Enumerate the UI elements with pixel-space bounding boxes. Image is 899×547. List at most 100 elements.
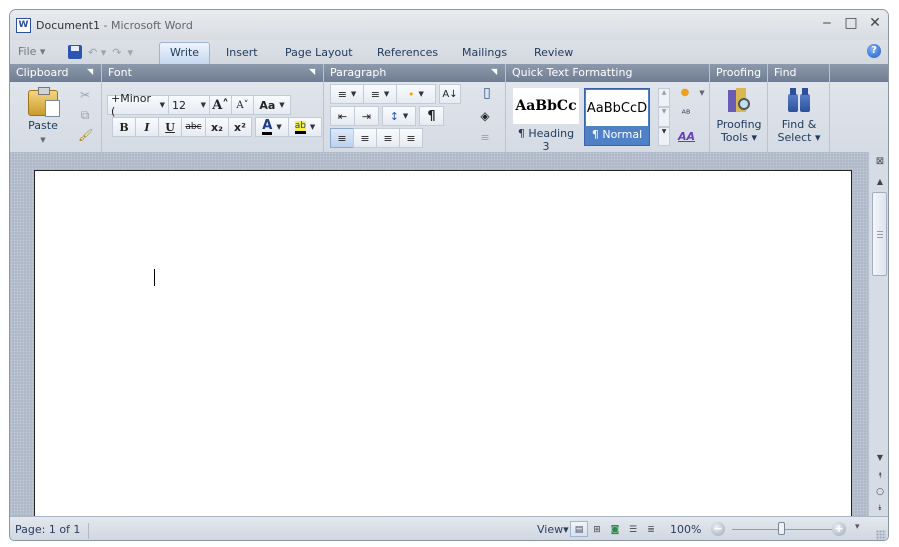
align-center-button[interactable]: ≡ xyxy=(353,128,377,148)
proofing-books-icon xyxy=(726,86,752,114)
font-group-header: Font ◥ xyxy=(102,64,323,82)
document-name: Document1 xyxy=(36,18,100,32)
undo-button[interactable]: ↶ ▾ xyxy=(88,46,106,59)
page-icon[interactable]: ▯ xyxy=(480,86,494,100)
gallery-up-arrow[interactable]: ▲ xyxy=(658,88,670,108)
tab-mailings[interactable]: Mailings xyxy=(462,46,507,59)
decrease-indent-button[interactable]: ⇤ xyxy=(330,106,355,126)
italic-button[interactable]: I xyxy=(135,117,159,137)
scroll-down-arrow[interactable]: ▼ xyxy=(873,452,887,464)
word-app-icon[interactable]: W xyxy=(16,17,31,33)
document-page[interactable] xyxy=(34,170,852,530)
file-menu-tab[interactable]: File ▾ xyxy=(18,45,45,58)
print-layout-view-button[interactable]: ▤ xyxy=(570,521,588,537)
paste-button[interactable]: Paste ▼ xyxy=(20,87,66,145)
dialog-launcher-icon[interactable]: ◥ xyxy=(491,67,500,76)
zoom-in-button[interactable]: + xyxy=(832,522,846,536)
superscript-button[interactable]: x² xyxy=(228,117,252,137)
highlight-glyph: ab xyxy=(294,120,306,134)
font-color-glyph: A xyxy=(262,117,273,135)
dialog-launcher-icon[interactable]: ◥ xyxy=(87,67,96,76)
status-options-icon[interactable]: ▾ xyxy=(855,522,860,532)
shading-icon[interactable]: ◈ xyxy=(478,109,492,123)
paragraph-row-1: ≡ ▼ ≡ ▼ • ▼ A↓ xyxy=(330,84,461,104)
clear-formatting-icon[interactable]: ᴬᴮ xyxy=(679,108,693,122)
align-left-button[interactable]: ≡ xyxy=(330,128,354,148)
save-icon[interactable] xyxy=(68,45,82,59)
tab-insert[interactable]: Insert xyxy=(226,46,258,59)
shrink-font-button[interactable]: A˅ xyxy=(231,95,254,115)
dialog-launcher-icon[interactable]: ◥ xyxy=(309,67,318,76)
resize-grip-icon[interactable] xyxy=(876,530,886,540)
line-spacing-button[interactable]: ↕ ▼ xyxy=(382,106,416,126)
zoom-out-button[interactable]: − xyxy=(711,522,725,536)
bullets-button[interactable]: ≡ ▼ xyxy=(363,84,397,104)
draft-view-button[interactable]: ≣ xyxy=(642,521,660,537)
cut-icon[interactable]: ✂ xyxy=(78,88,92,102)
highlight-button[interactable]: ab ▼ xyxy=(288,117,322,137)
outline-view-button[interactable]: ☰ xyxy=(624,521,642,537)
justify-button[interactable]: ≡ xyxy=(399,128,423,148)
style-normal[interactable]: AaBbCcD ¶ Normal xyxy=(584,88,650,146)
window-controls: ‒ □ ✕ xyxy=(820,16,882,30)
page-count-indicator[interactable]: Page: 1 of 1 xyxy=(15,523,90,539)
numbering-button[interactable]: ≡ ▼ xyxy=(330,84,364,104)
sort-button[interactable]: A↓ xyxy=(439,84,461,104)
tab-write[interactable]: Write xyxy=(159,42,211,64)
bold-button[interactable]: B xyxy=(112,117,136,137)
minimize-button[interactable]: ‒ xyxy=(820,16,834,30)
proofing-tools-button[interactable]: Proofing Tools ▾ xyxy=(714,86,764,144)
align-right-button[interactable]: ≡ xyxy=(376,128,400,148)
show-formatting-marks-button[interactable]: ¶ xyxy=(419,106,444,126)
chevron-down-icon: ▼ xyxy=(350,90,357,98)
line-spacing-icon: ↕ xyxy=(389,109,399,123)
copy-icon[interactable]: ⧉ xyxy=(78,108,92,122)
customize-qat-button[interactable]: ▾ xyxy=(127,46,133,59)
next-page-button[interactable]: ⯯ xyxy=(873,502,887,514)
web-layout-view-button[interactable]: ◙ xyxy=(606,521,624,537)
font-name-dropdown[interactable]: +Minor (▼ xyxy=(107,92,169,118)
subscript-button[interactable]: x₂ xyxy=(205,117,229,137)
style-heading-3[interactable]: AaBbCc ¶ Heading 3 xyxy=(513,88,579,153)
maximize-button[interactable]: □ xyxy=(844,16,858,30)
redo-button[interactable]: ↷ xyxy=(112,46,121,59)
proofing-label-2: Tools ▾ xyxy=(720,131,758,144)
format-painter-icon[interactable]: 🖌 xyxy=(78,128,93,142)
tab-references[interactable]: References xyxy=(377,46,438,59)
chevron-down-icon: ▼ xyxy=(40,136,46,144)
text-effects-icon[interactable]: AA xyxy=(678,130,695,144)
multilevel-list-button[interactable]: • ▼ xyxy=(396,84,436,104)
ruler-toggle-icon[interactable]: ⊠ xyxy=(873,156,887,168)
clipboard-group: Clipboard ◥ Paste ▼ ✂ ⧉ 🖌 xyxy=(10,64,102,152)
style-gallery-scroll[interactable]: ▲ ▼ ▼ xyxy=(658,88,670,146)
full-screen-reading-view-button[interactable]: ⊞ xyxy=(588,521,606,537)
tab-page-layout[interactable]: Page Layout xyxy=(285,46,353,59)
underline-button[interactable]: U xyxy=(158,117,182,137)
close-button[interactable]: ✕ xyxy=(868,16,882,30)
vertical-scrollbar[interactable]: ⊠ ▲ ▼ ⯭ ○ ⯯ xyxy=(868,152,888,516)
change-case-button[interactable]: Aa ▼ xyxy=(253,95,291,115)
tab-review[interactable]: Review xyxy=(534,46,573,59)
change-styles-icon[interactable]: ● xyxy=(678,86,692,100)
help-icon[interactable]: ? xyxy=(867,44,881,58)
find-select-button[interactable]: Find & Select ▾ xyxy=(774,86,824,144)
borders-icon[interactable]: ≡ xyxy=(478,131,492,145)
clipboard-header-label: Clipboard xyxy=(16,66,69,79)
zoom-slider-thumb[interactable] xyxy=(778,522,785,535)
change-case-glyph: Aa xyxy=(259,98,276,112)
quick-text-header-label: Quick Text Formatting xyxy=(512,66,633,79)
scroll-up-arrow[interactable]: ▲ xyxy=(873,176,887,188)
grow-font-button[interactable]: A˄ xyxy=(209,95,232,115)
scroll-thumb[interactable] xyxy=(872,192,887,276)
strikethrough-button[interactable]: abc xyxy=(181,117,206,137)
font-color-button[interactable]: A ▼ xyxy=(255,117,289,137)
chevron-down-icon[interactable]: ▼ xyxy=(695,86,709,100)
increase-indent-button[interactable]: ⇥ xyxy=(354,106,379,126)
view-menu-button[interactable]: View▾ xyxy=(537,523,569,536)
gallery-more-arrow[interactable]: ▼ xyxy=(658,126,670,146)
zoom-level[interactable]: 100% xyxy=(670,523,701,536)
previous-page-button[interactable]: ⯭ xyxy=(873,470,887,482)
font-size-dropdown[interactable]: 12 ▼ xyxy=(168,95,210,115)
select-browse-object-button[interactable]: ○ xyxy=(873,486,887,498)
gallery-down-arrow[interactable]: ▼ xyxy=(658,107,670,127)
